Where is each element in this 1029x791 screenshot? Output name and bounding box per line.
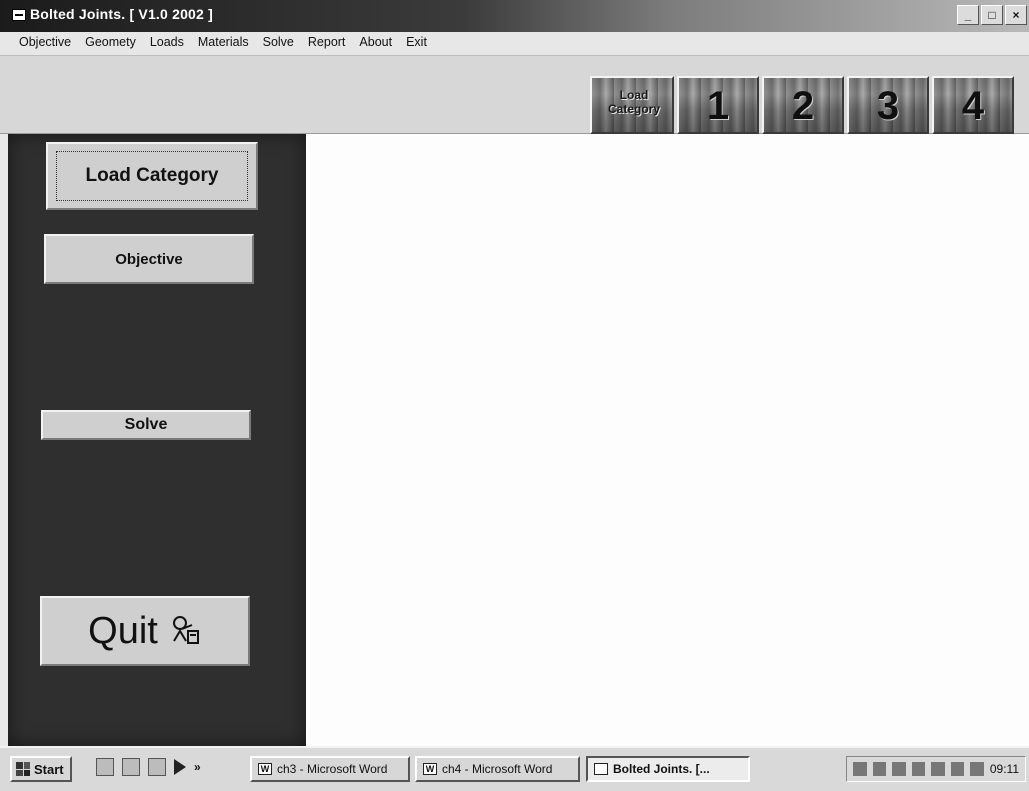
taskbar-item-bolted-joints[interactable]: Bolted Joints. [... bbox=[586, 756, 750, 782]
menu-loads[interactable]: Loads bbox=[149, 35, 185, 49]
objective-button[interactable]: Objective bbox=[44, 234, 254, 284]
word-document-icon: W bbox=[258, 763, 272, 775]
app-window-icon bbox=[594, 763, 608, 775]
task-label: ch3 - Microsoft Word bbox=[277, 762, 388, 776]
tray-icon-7[interactable] bbox=[970, 762, 984, 776]
tray-icon-1[interactable] bbox=[853, 762, 867, 776]
task-label: Bolted Joints. [... bbox=[613, 762, 710, 776]
window-controls: _ □ × bbox=[957, 5, 1027, 25]
solve-label: Solve bbox=[124, 416, 168, 433]
task-label: ch4 - Microsoft Word bbox=[442, 762, 553, 776]
menu-report[interactable]: Report bbox=[307, 35, 347, 49]
system-tray: 09:11 bbox=[846, 756, 1026, 782]
tray-icon-2[interactable] bbox=[872, 762, 887, 776]
toolbar-step-2-label: 2 bbox=[791, 84, 815, 128]
title-bar: Bolted Joints. [ V1.0 2002 ] _ □ × bbox=[0, 0, 1029, 32]
toolbar: Load Category 1 2 3 4 bbox=[0, 56, 1029, 134]
tray-icon-5[interactable] bbox=[931, 762, 945, 776]
toolbar-step-4-button[interactable]: 4 bbox=[932, 76, 1014, 134]
solve-button[interactable]: Solve bbox=[41, 410, 251, 440]
quick-launch: » bbox=[96, 758, 201, 776]
left-nav-panel: Load Category Objective Solve Quit bbox=[8, 134, 306, 746]
toolbar-step-2-button[interactable]: 2 bbox=[762, 76, 844, 134]
desktop-icon[interactable] bbox=[96, 758, 114, 776]
browser-icon[interactable] bbox=[122, 758, 140, 776]
minimize-button[interactable]: _ bbox=[957, 5, 979, 25]
toolbar-step-1-label: 1 bbox=[706, 84, 730, 128]
main-content-area bbox=[306, 134, 1029, 746]
menu-objective[interactable]: Objective bbox=[18, 35, 72, 49]
menu-bar: Objective Geomety Loads Materials Solve … bbox=[0, 32, 1029, 56]
objective-label: Objective bbox=[115, 250, 183, 268]
restore-button[interactable]: □ bbox=[981, 5, 1003, 25]
channels-icon[interactable] bbox=[148, 758, 166, 776]
tray-icon-3[interactable] bbox=[892, 762, 906, 776]
focus-outline bbox=[56, 151, 248, 201]
toolbar-step-1-button[interactable]: 1 bbox=[677, 76, 759, 134]
more-chevron-icon[interactable]: » bbox=[194, 760, 201, 774]
start-button[interactable]: Start bbox=[10, 756, 72, 782]
start-label: Start bbox=[34, 761, 64, 777]
menu-exit[interactable]: Exit bbox=[405, 35, 428, 49]
menu-about[interactable]: About bbox=[358, 35, 393, 49]
app-icon bbox=[12, 9, 26, 21]
toolbar-load-category-button[interactable]: Load Category bbox=[590, 76, 674, 134]
exit-person-icon bbox=[172, 616, 199, 644]
menu-geomety[interactable]: Geomety bbox=[84, 35, 137, 49]
toolbar-step-3-label: 3 bbox=[876, 84, 900, 128]
quit-label: Quit bbox=[88, 609, 158, 652]
toolbar-step-3-button[interactable]: 3 bbox=[847, 76, 929, 134]
word-document-icon: W bbox=[423, 763, 437, 775]
toolbar-step-4-label: 4 bbox=[961, 84, 985, 128]
load-category-button[interactable]: Load Category bbox=[46, 142, 258, 210]
window-title: Bolted Joints. [ V1.0 2002 ] bbox=[30, 6, 213, 22]
close-button[interactable]: × bbox=[1005, 5, 1027, 25]
quit-button[interactable]: Quit bbox=[40, 596, 250, 666]
toolbar-button-group: Load Category 1 2 3 4 bbox=[590, 76, 1014, 134]
taskbar-item-ch4[interactable]: W ch4 - Microsoft Word bbox=[415, 756, 580, 782]
menu-materials[interactable]: Materials bbox=[197, 35, 250, 49]
play-icon[interactable] bbox=[174, 759, 186, 775]
tray-icon-4[interactable] bbox=[911, 762, 926, 776]
toolbar-load-category-label: Load Category bbox=[607, 88, 660, 116]
menu-solve[interactable]: Solve bbox=[262, 35, 295, 49]
clock: 09:11 bbox=[989, 762, 1019, 776]
tray-icon-6[interactable] bbox=[950, 762, 965, 776]
taskbar: Start » W ch3 - Microsoft Word W ch4 - M… bbox=[0, 746, 1029, 791]
taskbar-item-ch3[interactable]: W ch3 - Microsoft Word bbox=[250, 756, 410, 782]
windows-logo-icon bbox=[16, 762, 30, 776]
